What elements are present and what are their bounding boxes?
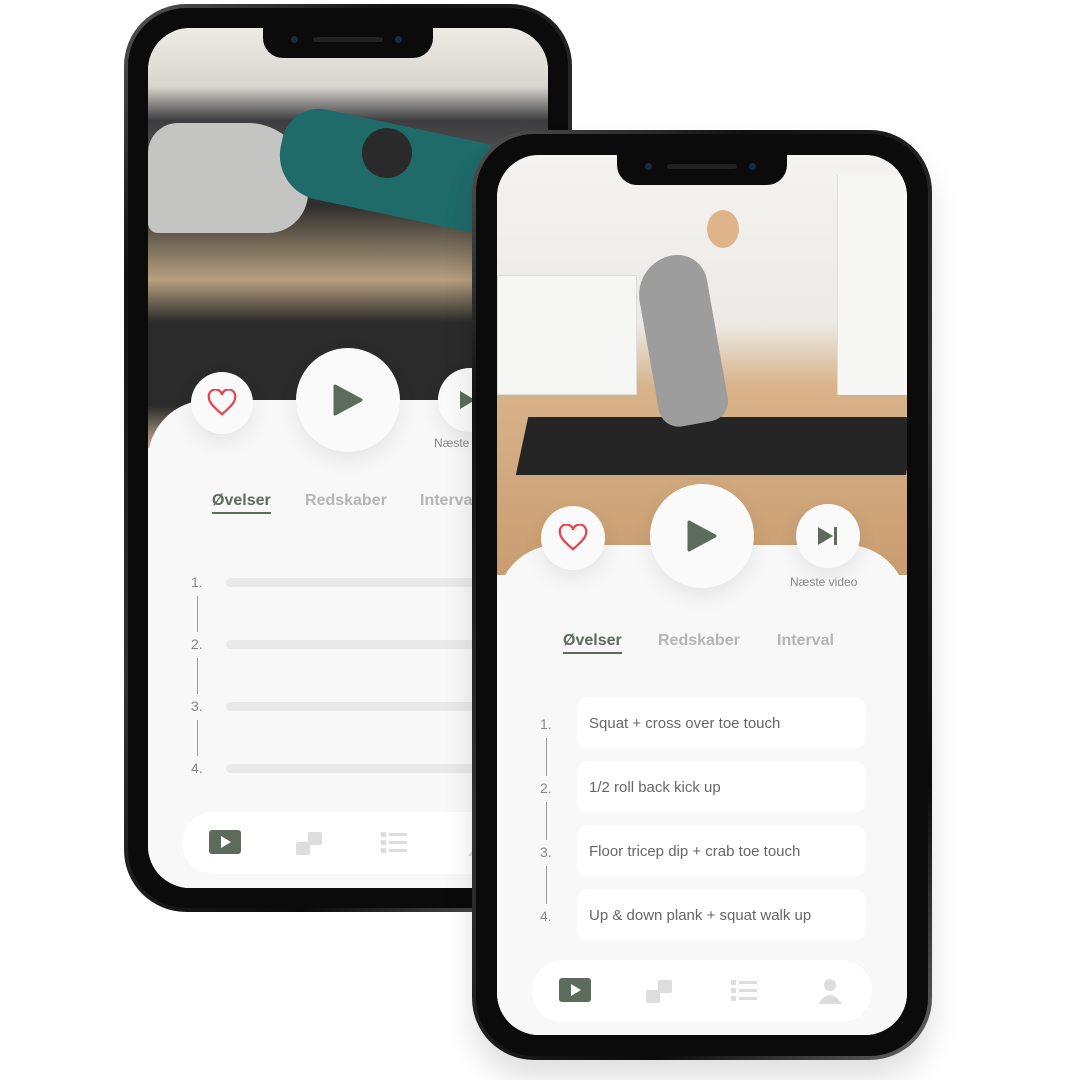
timeline-line (546, 866, 547, 904)
play-icon (687, 520, 717, 552)
tab-ovelser[interactable]: Øvelser (212, 492, 271, 514)
list-number: 4. (191, 760, 203, 776)
video-play-icon[interactable] (558, 978, 591, 1004)
list-number: 3. (540, 844, 552, 860)
skip-next-icon (818, 527, 837, 545)
tab-interval[interactable]: Interval (777, 632, 834, 650)
tab-interval[interactable]: Interval (420, 492, 477, 510)
notch (617, 155, 787, 185)
notch (263, 28, 433, 58)
heart-icon (558, 524, 588, 551)
timeline-line (197, 658, 198, 694)
bottom-nav (532, 960, 872, 1022)
programs-icon[interactable] (644, 978, 676, 1004)
list-number: 4. (540, 908, 552, 924)
timeline-line (546, 738, 547, 776)
exercise-item[interactable]: Up & down plank + squat walk up (577, 889, 866, 941)
front-phone: Næste video Øvelser Redskaber Interval 1… (472, 130, 932, 1060)
play-button[interactable] (296, 348, 400, 452)
exercise-item[interactable]: Floor tricep dip + crab toe touch (577, 825, 866, 877)
heart-icon (207, 389, 237, 416)
list-icon[interactable] (379, 830, 411, 856)
profile-icon[interactable] (814, 978, 846, 1004)
exercise-item[interactable]: Squat + cross over toe touch (577, 697, 866, 749)
next-video-label: Næste video (790, 575, 858, 589)
tab-redskaber[interactable]: Redskaber (305, 492, 387, 510)
favorite-button[interactable] (191, 372, 253, 434)
list-number: 3. (191, 698, 203, 714)
list-icon[interactable] (729, 978, 761, 1004)
programs-icon[interactable] (294, 830, 326, 856)
list-number: 2. (540, 780, 552, 796)
list-number: 2. (191, 636, 203, 652)
tab-redskaber[interactable]: Redskaber (658, 632, 740, 650)
exercise-item[interactable]: 1/2 roll back kick up (577, 761, 866, 813)
list-number: 1. (191, 574, 203, 590)
front-phone-screen: Næste video Øvelser Redskaber Interval 1… (497, 155, 907, 1035)
timeline-line (546, 802, 547, 840)
timeline-line (197, 596, 198, 632)
play-button[interactable] (650, 484, 754, 588)
list-number: 1. (540, 716, 552, 732)
play-icon (333, 384, 363, 416)
next-video-button[interactable] (796, 504, 860, 568)
favorite-button[interactable] (541, 506, 605, 570)
tab-ovelser[interactable]: Øvelser (563, 632, 622, 654)
video-play-icon[interactable] (208, 830, 241, 856)
timeline-line (197, 720, 198, 756)
